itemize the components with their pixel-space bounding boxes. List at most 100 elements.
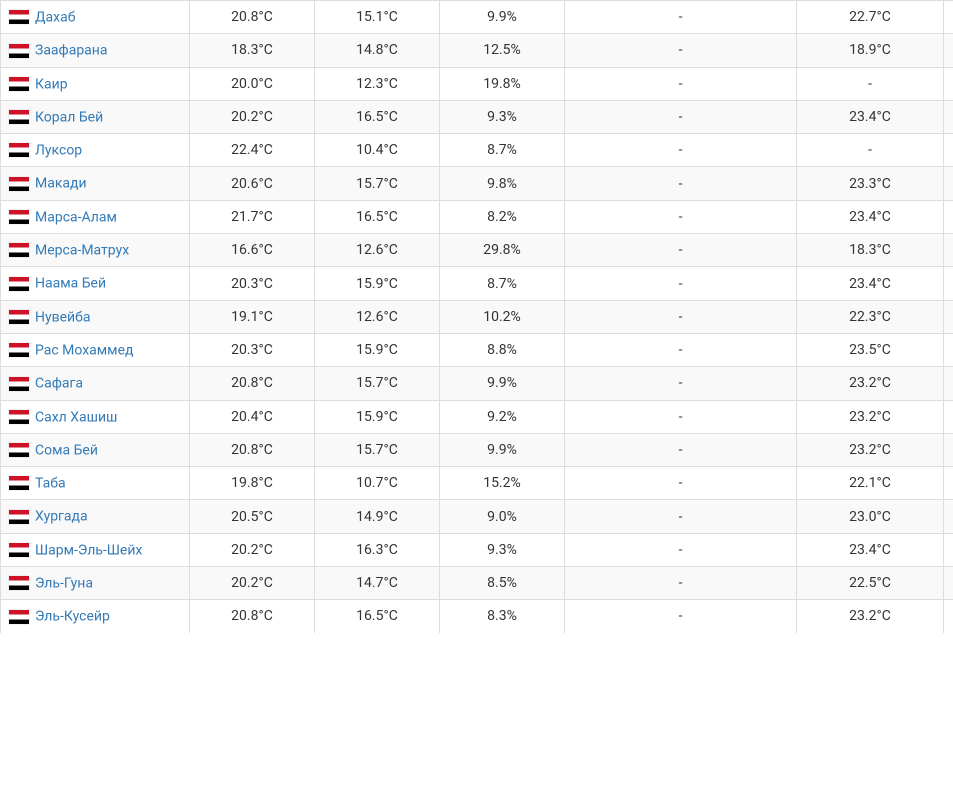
col4-cell: - bbox=[565, 500, 797, 533]
city-link[interactable]: Марса-Алам bbox=[35, 209, 117, 225]
temp1-cell: 20.3°C bbox=[190, 267, 315, 300]
temp2-cell: 12.6°C bbox=[315, 234, 440, 267]
egypt-flag-icon bbox=[9, 476, 29, 490]
pct-cell: 9.3% bbox=[440, 533, 565, 566]
city-cell: Наама Бей bbox=[1, 267, 190, 300]
city-link[interactable]: Заафарана bbox=[35, 43, 107, 59]
pct-cell: 19.8% bbox=[440, 67, 565, 100]
city-link[interactable]: Таба bbox=[35, 475, 66, 491]
col4-cell: - bbox=[565, 433, 797, 466]
city-cell: Сома Бей bbox=[1, 433, 190, 466]
col4-cell: - bbox=[565, 34, 797, 67]
temp1-cell: 20.8°C bbox=[190, 433, 315, 466]
water-temp-cell: 22.7°C bbox=[797, 1, 944, 34]
city-link[interactable]: Корал Бей bbox=[35, 109, 103, 125]
daylight-cell: 10ч. 41м. bbox=[944, 500, 953, 533]
city-link[interactable]: Сафага bbox=[35, 376, 83, 392]
daylight-cell: 10ч. 37м. bbox=[944, 433, 953, 466]
egypt-flag-icon bbox=[9, 410, 29, 424]
city-link[interactable]: Хургада bbox=[35, 509, 88, 525]
egypt-flag-icon bbox=[9, 543, 29, 557]
city-link[interactable]: Мерса-Матрух bbox=[35, 242, 129, 258]
daylight-cell: 10ч. 54м. bbox=[944, 200, 953, 233]
pct-cell: 15.2% bbox=[440, 467, 565, 500]
city-link[interactable]: Дахаб bbox=[35, 9, 75, 25]
daylight-cell: 10ч. 48м. bbox=[944, 134, 953, 167]
temp2-cell: 16.5°C bbox=[315, 600, 440, 633]
table-row: Рас Мохаммед20.3°C15.9°C8.8%-23.5°C10ч. … bbox=[1, 333, 953, 366]
city-link[interactable]: Нувейба bbox=[35, 309, 90, 325]
egypt-flag-icon bbox=[9, 310, 29, 324]
temp1-cell: 19.8°C bbox=[190, 467, 315, 500]
table-row: Марса-Алам21.7°C16.5°C8.2%-23.4°C10ч. 54… bbox=[1, 200, 953, 233]
daylight-cell: 09ч. 54м. bbox=[944, 467, 953, 500]
daylight-cell: 09ч. 23м. bbox=[944, 67, 953, 100]
city-cell: Марса-Алам bbox=[1, 200, 190, 233]
temp2-cell: 12.6°C bbox=[315, 300, 440, 333]
pct-cell: 29.8% bbox=[440, 234, 565, 267]
water-temp-cell: - bbox=[797, 67, 944, 100]
city-link[interactable]: Макади bbox=[35, 176, 87, 192]
col4-cell: - bbox=[565, 100, 797, 133]
daylight-cell: 10ч. 27м. bbox=[944, 300, 953, 333]
col4-cell: - bbox=[565, 234, 797, 267]
city-link[interactable]: Эль-Гуна bbox=[35, 575, 93, 591]
city-link[interactable]: Наама Бей bbox=[35, 276, 106, 292]
daylight-cell: 10ч. 49м. bbox=[944, 600, 953, 633]
water-temp-cell: 18.9°C bbox=[797, 34, 944, 67]
egypt-flag-icon bbox=[9, 143, 29, 157]
table-row: Сахл Хашиш20.4°C15.9°C9.2%-23.2°C10ч. 40… bbox=[1, 400, 953, 433]
temp2-cell: 15.9°C bbox=[315, 333, 440, 366]
table-row: Заафарана18.3°C14.8°C12.5%-18.9°C10ч. 12… bbox=[1, 34, 953, 67]
pct-cell: 8.7% bbox=[440, 267, 565, 300]
col4-cell: - bbox=[565, 367, 797, 400]
water-temp-cell: 23.3°C bbox=[797, 167, 944, 200]
city-link[interactable]: Эль-Кусейр bbox=[35, 609, 110, 625]
pct-cell: 8.7% bbox=[440, 134, 565, 167]
temp1-cell: 20.2°C bbox=[190, 100, 315, 133]
water-temp-cell: 22.3°C bbox=[797, 300, 944, 333]
table-row: Макади20.6°C15.7°C9.8%-23.3°C10ч. 36м. bbox=[1, 167, 953, 200]
city-link[interactable]: Шарм-Эль-Шейх bbox=[35, 542, 142, 558]
temp1-cell: 20.3°C bbox=[190, 333, 315, 366]
pct-cell: 9.9% bbox=[440, 1, 565, 34]
city-link[interactable]: Рас Мохаммед bbox=[35, 342, 133, 358]
col4-cell: - bbox=[565, 600, 797, 633]
col4-cell: - bbox=[565, 533, 797, 566]
city-link[interactable]: Каир bbox=[35, 76, 68, 92]
table-row: Луксор22.4°C10.4°C8.7%--10ч. 48м. bbox=[1, 134, 953, 167]
pct-cell: 9.3% bbox=[440, 100, 565, 133]
daylight-cell: 10ч. 36м. bbox=[944, 167, 953, 200]
temp2-cell: 15.1°C bbox=[315, 1, 440, 34]
egypt-flag-icon bbox=[9, 243, 29, 257]
egypt-flag-icon bbox=[9, 277, 29, 291]
water-temp-cell: 18.3°C bbox=[797, 234, 944, 267]
pct-cell: 8.2% bbox=[440, 200, 565, 233]
city-link[interactable]: Сома Бей bbox=[35, 442, 98, 458]
city-cell: Луксор bbox=[1, 134, 190, 167]
daylight-cell: 10ч. 12м. bbox=[944, 34, 953, 67]
daylight-cell: 10ч. 40м. bbox=[944, 400, 953, 433]
temp2-cell: 15.7°C bbox=[315, 367, 440, 400]
water-temp-cell: 23.4°C bbox=[797, 100, 944, 133]
egypt-flag-icon bbox=[9, 610, 29, 624]
temp2-cell: 15.9°C bbox=[315, 400, 440, 433]
temp1-cell: 22.4°C bbox=[190, 134, 315, 167]
egypt-flag-icon bbox=[9, 343, 29, 357]
temp2-cell: 14.7°C bbox=[315, 567, 440, 600]
temp2-cell: 16.3°C bbox=[315, 533, 440, 566]
city-cell: Заафарана bbox=[1, 34, 190, 67]
temp1-cell: 20.8°C bbox=[190, 1, 315, 34]
city-link[interactable]: Сахл Хашиш bbox=[35, 409, 117, 425]
city-cell: Сахл Хашиш bbox=[1, 400, 190, 433]
table-row: Дахаб20.8°C15.1°C9.9%-22.7°C10ч. 31м. bbox=[1, 1, 953, 34]
city-link[interactable]: Луксор bbox=[35, 142, 82, 158]
city-cell: Мерса-Матрух bbox=[1, 234, 190, 267]
daylight-cell: 10ч. 40м. bbox=[944, 333, 953, 366]
water-temp-cell: 22.5°C bbox=[797, 567, 944, 600]
daylight-cell: 10ч. 41м. bbox=[944, 267, 953, 300]
daylight-cell: 08ч. 17м. bbox=[944, 234, 953, 267]
pct-cell: 10.2% bbox=[440, 300, 565, 333]
table-row: Эль-Кусейр20.8°C16.5°C8.3%-23.2°C10ч. 49… bbox=[1, 600, 953, 633]
temp2-cell: 14.8°C bbox=[315, 34, 440, 67]
